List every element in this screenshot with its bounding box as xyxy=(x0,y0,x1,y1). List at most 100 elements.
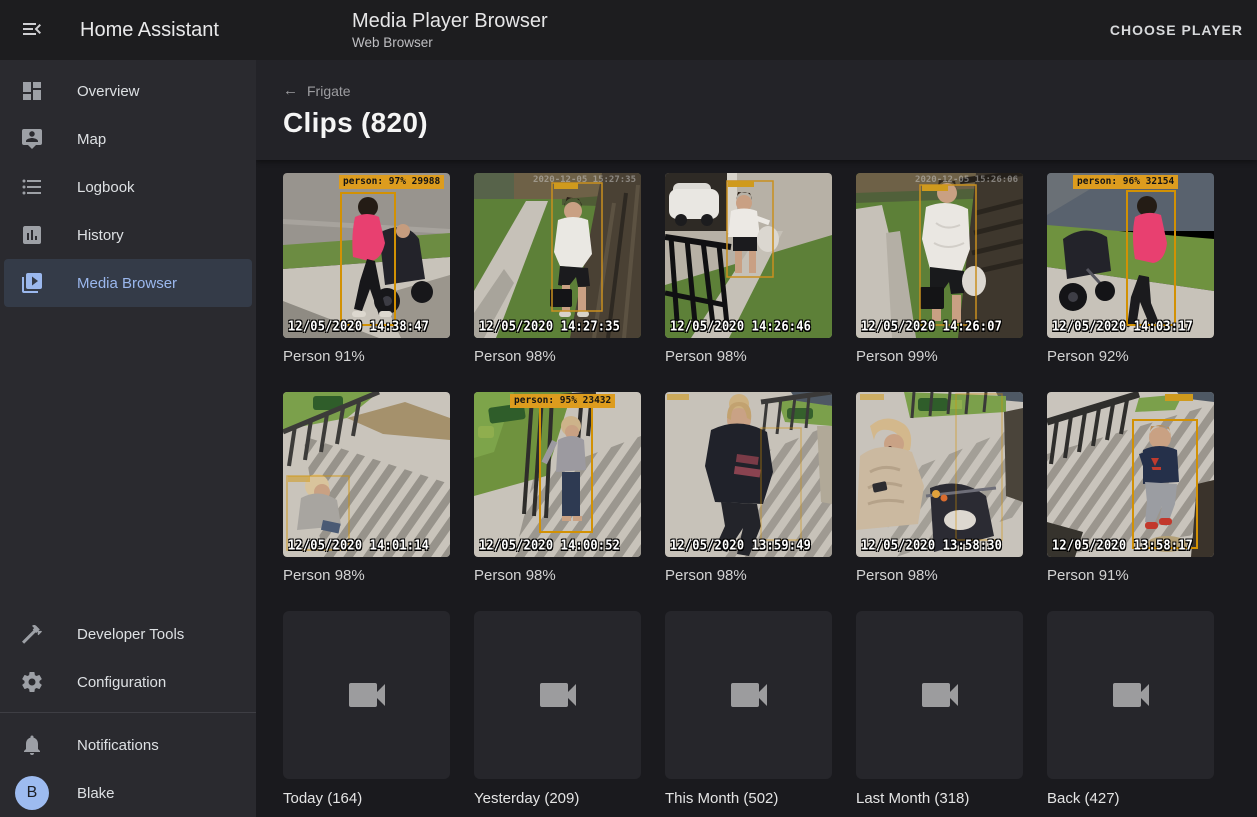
folder-thumbnail[interactable] xyxy=(1047,611,1214,779)
arrow-left-icon: ← xyxy=(283,82,298,99)
page-heading: Clips (820) xyxy=(283,107,1230,139)
clip-scene-image xyxy=(283,173,450,338)
clip-thumbnail[interactable]: person: 96% 32154 12/05/2020 14:03:17 xyxy=(1047,173,1214,338)
sidebar-item-label: Media Browser xyxy=(77,275,177,292)
media-browser-content: ← Frigate Clips (820) xyxy=(256,60,1257,817)
clip-thumbnail[interactable]: 12/05/2020 13:58:30 xyxy=(856,392,1023,557)
clip-scene-image xyxy=(474,173,641,338)
clip-scene-image xyxy=(665,173,832,338)
page-title: Media Player Browser xyxy=(352,9,548,33)
folder-card-today[interactable]: Today (164) xyxy=(283,611,450,807)
camera-overlay-timestamp: 2020-12-05 15:27:35 xyxy=(533,175,636,185)
detection-label: person: 95% 23432 xyxy=(510,394,615,408)
clip-card[interactable]: 12/05/2020 14:01:14 Person 98% xyxy=(283,392,450,584)
clip-caption: Person 98% xyxy=(665,348,832,365)
clip-timestamp: 12/05/2020 14:00:52 xyxy=(479,537,620,553)
clip-card[interactable]: 12/05/2020 13:59:49 Person 98% xyxy=(665,392,832,584)
menu-open-icon xyxy=(20,17,44,44)
clip-caption: Person 92% xyxy=(1047,348,1214,365)
clip-timestamp: 12/05/2020 13:58:30 xyxy=(861,537,1002,553)
sidebar-item-label: Blake xyxy=(77,785,115,802)
clip-scene-image xyxy=(474,392,641,557)
clip-card[interactable]: 2020-12-05 15:27:35 12/05/2020 14:27:35 … xyxy=(474,173,641,365)
topbar-left-section: Home Assistant xyxy=(0,8,256,52)
clip-caption: Person 91% xyxy=(283,348,450,365)
hammer-icon xyxy=(20,622,44,646)
folder-caption: Back (427) xyxy=(1047,790,1214,807)
clip-thumbnail[interactable]: person: 95% 23432 12/05/2020 14:00:52 xyxy=(474,392,641,557)
clip-timestamp: 12/05/2020 14:03:17 xyxy=(1052,318,1193,334)
video-camera-icon xyxy=(1107,671,1155,719)
detection-label: person: 96% 32154 xyxy=(1073,175,1178,189)
video-camera-icon xyxy=(916,671,964,719)
folder-card-last-month[interactable]: Last Month (318) xyxy=(856,611,1023,807)
clip-scene-image xyxy=(283,392,450,557)
sidebar-item-label: Configuration xyxy=(77,674,166,691)
sidebar-spacer xyxy=(0,307,256,610)
clips-grid: person: 97% 29988 12/05/2020 14:38:47 Pe… xyxy=(256,160,1257,807)
video-camera-icon xyxy=(725,671,773,719)
folder-card-yesterday[interactable]: Yesterday (209) xyxy=(474,611,641,807)
folder-thumbnail[interactable] xyxy=(665,611,832,779)
clip-card[interactable]: 12/05/2020 14:26:46 Person 98% xyxy=(665,173,832,365)
choose-player-button[interactable]: CHOOSE PLAYER xyxy=(1110,0,1243,60)
clip-timestamp: 12/05/2020 14:38:47 xyxy=(288,318,429,334)
avatar: B xyxy=(15,776,49,810)
sidebar-item-label: Logbook xyxy=(77,179,135,196)
breadcrumb-label: Frigate xyxy=(307,83,351,99)
clip-caption: Person 98% xyxy=(474,567,641,584)
sidebar-item-media-browser[interactable]: Media Browser xyxy=(4,259,252,307)
sidebar-item-configuration[interactable]: Configuration xyxy=(0,658,256,706)
folder-thumbnail[interactable] xyxy=(474,611,641,779)
clip-thumbnail[interactable]: 12/05/2020 14:26:46 xyxy=(665,173,832,338)
clip-timestamp: 12/05/2020 13:58:17 xyxy=(1052,537,1193,553)
clip-caption: Person 91% xyxy=(1047,567,1214,584)
folder-thumbnail[interactable] xyxy=(856,611,1023,779)
clip-scene-image xyxy=(856,173,1023,338)
clip-card[interactable]: 12/05/2020 13:58:30 Person 98% xyxy=(856,392,1023,584)
clip-timestamp: 12/05/2020 14:26:46 xyxy=(670,318,811,334)
video-camera-icon xyxy=(343,671,391,719)
clip-thumbnail[interactable]: person: 97% 29988 12/05/2020 14:38:47 xyxy=(283,173,450,338)
video-camera-icon xyxy=(534,671,582,719)
clip-scene-image xyxy=(1047,173,1214,338)
app-title: Home Assistant xyxy=(80,19,219,42)
sidebar-item-developer-tools[interactable]: Developer Tools xyxy=(0,610,256,658)
sidebar-item-notifications[interactable]: Notifications xyxy=(0,721,256,769)
clip-card[interactable]: 12/05/2020 13:58:17 Person 91% xyxy=(1047,392,1214,584)
sidebar: Overview Map Logbook History Media Brows… xyxy=(0,60,256,817)
sidebar-item-map[interactable]: Map xyxy=(0,115,256,163)
clip-thumbnail[interactable]: 12/05/2020 14:01:14 xyxy=(283,392,450,557)
clip-caption: Person 98% xyxy=(856,567,1023,584)
dashboard-icon xyxy=(20,79,44,103)
folder-card-this-month[interactable]: This Month (502) xyxy=(665,611,832,807)
clip-scene-image xyxy=(856,392,1023,557)
sidebar-toggle-button[interactable] xyxy=(10,8,54,52)
clip-thumbnail[interactable]: 12/05/2020 13:59:49 xyxy=(665,392,832,557)
clip-card[interactable]: 2020-12-05 15:26:06 12/05/2020 14:26:07 … xyxy=(856,173,1023,365)
media-browser-header: ← Frigate Clips (820) xyxy=(256,60,1257,160)
sidebar-item-overview[interactable]: Overview xyxy=(0,67,256,115)
folder-thumbnail[interactable] xyxy=(283,611,450,779)
clip-caption: Person 98% xyxy=(665,567,832,584)
bell-icon xyxy=(20,733,44,757)
folder-caption: This Month (502) xyxy=(665,790,832,807)
sidebar-item-history[interactable]: History xyxy=(0,211,256,259)
sidebar-item-label: Developer Tools xyxy=(77,626,184,643)
clip-thumbnail[interactable]: 2020-12-05 15:26:06 12/05/2020 14:26:07 xyxy=(856,173,1023,338)
map-account-icon xyxy=(20,127,44,151)
folder-card-back[interactable]: Back (427) xyxy=(1047,611,1214,807)
breadcrumb[interactable]: ← Frigate xyxy=(283,60,351,99)
clip-thumbnail[interactable]: 2020-12-05 15:27:35 12/05/2020 14:27:35 xyxy=(474,173,641,338)
clip-timestamp: 12/05/2020 14:27:35 xyxy=(479,318,620,334)
clip-thumbnail[interactable]: 12/05/2020 13:58:17 xyxy=(1047,392,1214,557)
clip-card[interactable]: person: 95% 23432 12/05/2020 14:00:52 Pe… xyxy=(474,392,641,584)
sidebar-item-logbook[interactable]: Logbook xyxy=(0,163,256,211)
sidebar-item-user-profile[interactable]: B Blake xyxy=(0,769,256,817)
folder-caption: Last Month (318) xyxy=(856,790,1023,807)
clip-card[interactable]: person: 96% 32154 12/05/2020 14:03:17 Pe… xyxy=(1047,173,1214,365)
clip-card[interactable]: person: 97% 29988 12/05/2020 14:38:47 Pe… xyxy=(283,173,450,365)
clip-timestamp: 12/05/2020 14:01:14 xyxy=(288,537,429,553)
clip-scene-image xyxy=(1047,392,1214,557)
clip-caption: Person 98% xyxy=(474,348,641,365)
